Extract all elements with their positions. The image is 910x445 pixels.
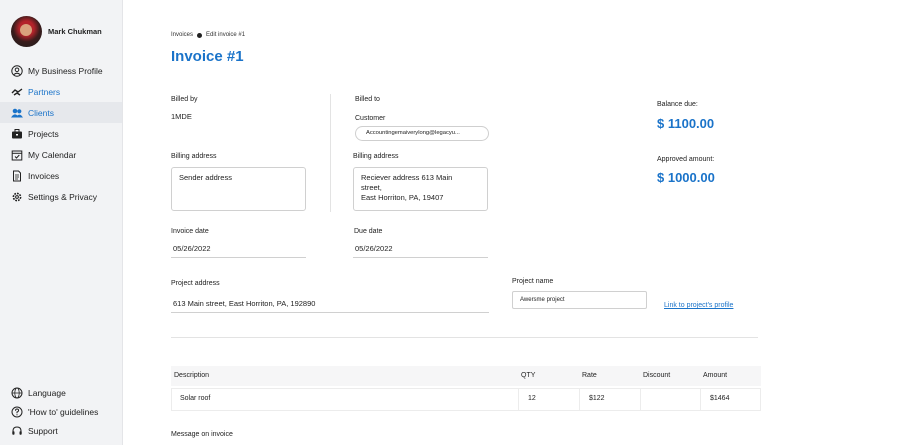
sidebar-item-label: Language (28, 387, 66, 398)
globe-icon (11, 387, 23, 399)
column-discount: Discount (643, 372, 671, 379)
handshake-icon (11, 86, 23, 98)
column-divider (330, 94, 331, 212)
column-qty: QTY (521, 372, 536, 379)
sender-address-field[interactable]: Sender address (171, 167, 306, 211)
receiver-address-line-1: Reciever address 613 Main (361, 173, 453, 182)
breadcrumb-current: Edit invoice #1 (206, 32, 246, 38)
sidebar-item-clients[interactable]: Clients (0, 102, 122, 123)
sidebar-item-label: Projects (28, 128, 59, 139)
due-date-field[interactable]: 05/26/2022 (353, 244, 488, 258)
sidebar-item-label: Partners (28, 86, 61, 97)
app-root: Mark Chukman My Business Profile Partner… (0, 0, 910, 445)
gear-icon (11, 191, 23, 203)
user-name: Mark Chukman (48, 27, 102, 36)
sidebar-item-label: Clients (28, 107, 54, 118)
project-address-field[interactable]: 613 Main street, East Horriton, PA, 1928… (171, 299, 489, 313)
project-name-label: Project name (512, 278, 554, 285)
users-icon (11, 107, 23, 119)
sidebar-item-settings[interactable]: Settings & Privacy (0, 186, 122, 207)
invoice-date-field[interactable]: 05/26/2022 (171, 244, 306, 258)
project-profile-link[interactable]: Link to project's profile (664, 302, 733, 309)
sidebar-item-label: 'How to' guidelines (28, 406, 99, 417)
row-amount-cell: $1464 (700, 388, 761, 411)
page-title: Invoice #1 (171, 48, 244, 65)
sidebar-item-business-profile[interactable]: My Business Profile (0, 60, 122, 81)
invoice-date-label: Invoice date (171, 228, 209, 235)
billing-address-to-label: Billing address (353, 153, 399, 160)
billed-by-value: 1MDE (171, 112, 192, 121)
user-profile[interactable]: Mark Chukman (11, 16, 102, 47)
invoice-editor: Invoices Edit invoice #1 Invoice #1 Bill… (123, 0, 910, 445)
document-icon (11, 170, 23, 182)
breadcrumb: Invoices Edit invoice #1 (171, 32, 245, 38)
receiver-address-field[interactable]: Reciever address 613 Main street, East H… (353, 167, 488, 211)
project-address-label: Project address (171, 280, 220, 287)
column-description: Description (174, 372, 210, 379)
project-name-field[interactable]: Awersme project (512, 291, 647, 309)
sidebar-item-label: My Calendar (28, 149, 77, 160)
sidebar: Mark Chukman My Business Profile Partner… (0, 0, 123, 445)
billed-by-label: Billed by (171, 96, 198, 103)
avatar[interactable] (11, 16, 42, 47)
approved-amount-value: $ 1000.00 (657, 170, 715, 185)
section-divider (171, 337, 758, 338)
column-amount: Amount (703, 372, 728, 379)
sidebar-item-language[interactable]: Language (0, 383, 122, 402)
breadcrumb-separator (197, 32, 203, 38)
billed-to-label: Billed to (355, 96, 380, 103)
balance-due-label: Balance due: (657, 101, 698, 108)
calendar-icon (11, 149, 23, 161)
column-rate: Rate (582, 372, 597, 379)
user-circle-icon (11, 64, 23, 77)
row-qty-cell[interactable]: 12 (518, 388, 579, 411)
question-icon (11, 406, 23, 418)
balance-due-value: $ 1100.00 (657, 116, 715, 131)
sidebar-item-invoices[interactable]: Invoices (0, 165, 122, 186)
customer-select[interactable]: Accountingemaiverylong@legacyu... (355, 126, 489, 141)
sidebar-item-calendar[interactable]: My Calendar (0, 144, 122, 165)
briefcase-icon (11, 128, 23, 140)
sidebar-item-guidelines[interactable]: 'How to' guidelines (0, 402, 122, 421)
receiver-address-line-2: street, (361, 183, 382, 192)
sidebar-bottom-nav: Language 'How to' guidelines Support (0, 383, 122, 440)
sidebar-item-support[interactable]: Support (0, 421, 122, 440)
sidebar-item-label: My Business Profile (28, 65, 103, 76)
row-description-cell[interactable]: Solar roof (171, 388, 518, 411)
breadcrumb-invoices-link[interactable]: Invoices (171, 32, 193, 38)
sidebar-nav: My Business Profile Partners Clients Pro… (0, 60, 122, 207)
sidebar-item-label: Invoices (28, 170, 60, 181)
sidebar-item-projects[interactable]: Projects (0, 123, 122, 144)
headset-icon (11, 425, 23, 437)
due-date-label: Due date (354, 228, 383, 235)
message-on-invoice-label: Message on invoice (171, 431, 233, 438)
sidebar-item-partners[interactable]: Partners (0, 81, 122, 102)
row-discount-cell[interactable] (640, 388, 700, 411)
sidebar-item-label: Support (28, 425, 58, 436)
receiver-address-line-3: East Horriton, PA, 19407 (361, 193, 444, 202)
row-rate-cell[interactable]: $122 (579, 388, 640, 411)
billing-address-from-label: Billing address (171, 153, 217, 160)
approved-amount-label: Approved amount: (657, 156, 715, 163)
sidebar-item-label: Settings & Privacy (28, 191, 97, 202)
customer-label: Customer (355, 115, 386, 122)
table-header (171, 366, 761, 386)
